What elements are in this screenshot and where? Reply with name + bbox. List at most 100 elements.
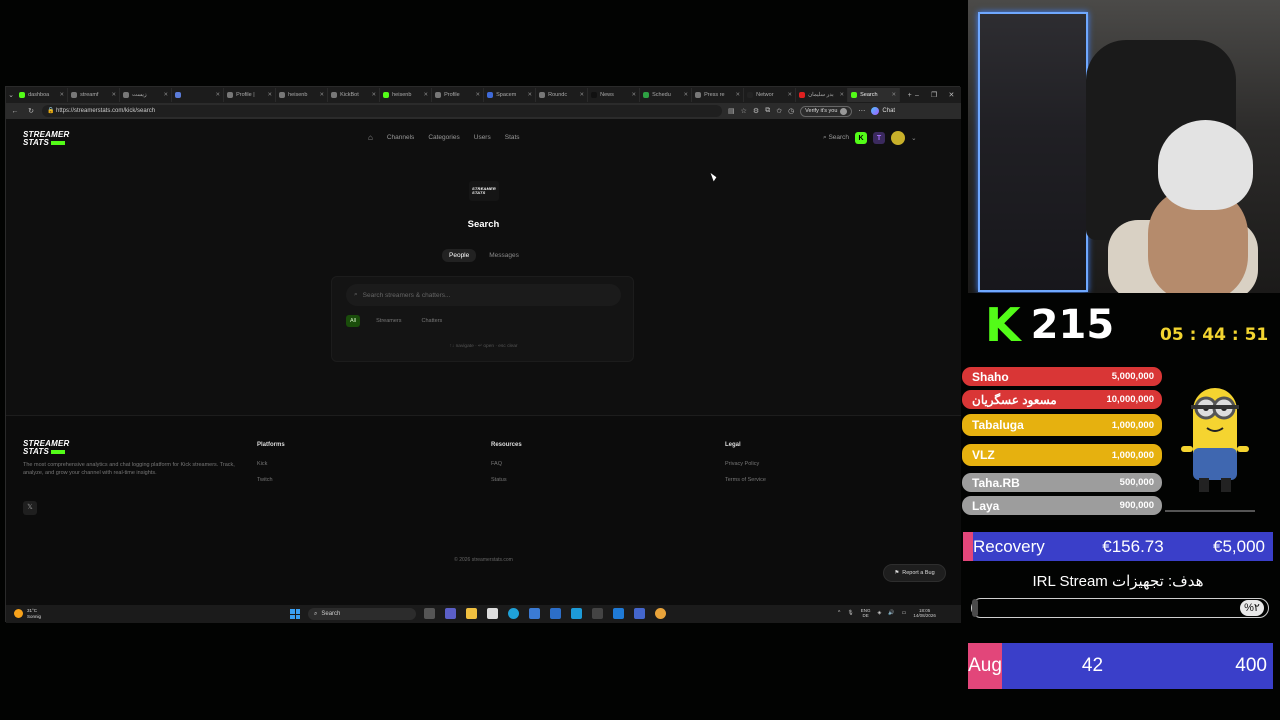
nav-stats[interactable]: Stats bbox=[505, 134, 520, 141]
browser-tab[interactable]: streamf ✕ bbox=[68, 88, 121, 102]
tab-close-icon[interactable]: ✕ bbox=[109, 92, 117, 98]
footer-link-faq[interactable]: FAQ bbox=[491, 461, 502, 467]
browser-tab[interactable]: Profile ✕ bbox=[432, 88, 485, 102]
start-button-icon[interactable] bbox=[290, 609, 300, 619]
copilot-chat-button[interactable]: Chat bbox=[871, 107, 895, 115]
browser-tab[interactable]: dashboa ✕ bbox=[16, 88, 69, 102]
tray-chevron-icon[interactable]: ^ bbox=[838, 610, 840, 616]
browser-tab[interactable]: زیست ✕ bbox=[120, 88, 173, 102]
nav-users[interactable]: Users bbox=[474, 134, 491, 141]
taskbar-search[interactable]: ⌕ Search bbox=[308, 608, 416, 620]
tab-list-icon[interactable]: ⌄ bbox=[6, 91, 16, 99]
language-indicator[interactable]: ENG DE bbox=[861, 608, 871, 618]
tab-close-icon[interactable]: ✕ bbox=[473, 92, 481, 98]
task-view-icon[interactable] bbox=[424, 608, 435, 619]
volume-icon[interactable]: 🔊 bbox=[888, 610, 894, 616]
profile-switch-icon[interactable]: ⧉ bbox=[765, 107, 770, 115]
tab-close-icon[interactable]: ✕ bbox=[369, 92, 377, 98]
footer-link-kick[interactable]: Kick bbox=[257, 461, 267, 467]
reload-icon[interactable]: ↻ bbox=[26, 107, 36, 115]
header-search-button[interactable]: ⌕ Search bbox=[823, 134, 849, 142]
tab-close-icon[interactable]: ✕ bbox=[681, 92, 689, 98]
tab-close-icon[interactable]: ✕ bbox=[265, 92, 273, 98]
tab-close-icon[interactable]: ✕ bbox=[317, 92, 325, 98]
clock[interactable]: 18:05 14/08/2026 bbox=[913, 608, 936, 618]
vscode-icon[interactable] bbox=[613, 608, 624, 619]
footer-link-status[interactable]: Status bbox=[491, 477, 507, 483]
maximize-icon[interactable]: ❐ bbox=[931, 91, 938, 99]
footer-link-privacy[interactable]: Privacy Policy bbox=[725, 461, 759, 467]
tab-close-icon[interactable]: ✕ bbox=[525, 92, 533, 98]
history-icon[interactable]: ◷ bbox=[788, 107, 794, 115]
kick-platform-icon[interactable]: K bbox=[855, 132, 868, 144]
tab-close-icon[interactable]: ✕ bbox=[785, 92, 793, 98]
tab-close-icon[interactable]: ✕ bbox=[889, 92, 897, 98]
app-icon-3[interactable] bbox=[571, 608, 582, 619]
tab-close-icon[interactable]: ✕ bbox=[213, 92, 221, 98]
browser-tab[interactable]: KickBot ✕ bbox=[328, 88, 381, 102]
tab-close-icon[interactable]: ✕ bbox=[421, 92, 429, 98]
app-icon-2[interactable] bbox=[550, 608, 561, 619]
browser-tab[interactable]: بدر سلیمان ✕ bbox=[796, 88, 849, 102]
battery-icon[interactable]: ▭ bbox=[902, 610, 907, 616]
favorites-icon[interactable]: ✩ bbox=[776, 107, 782, 115]
tab-close-icon[interactable]: ✕ bbox=[577, 92, 585, 98]
tab-close-icon[interactable]: ✕ bbox=[57, 92, 65, 98]
chevron-down-icon[interactable]: ⌄ bbox=[911, 134, 916, 142]
tab-close-icon[interactable]: ✕ bbox=[161, 92, 169, 98]
filter-chatters[interactable]: Chatters bbox=[418, 315, 447, 327]
x-social-icon[interactable]: 𝕏 bbox=[23, 501, 37, 515]
home-icon[interactable]: ⌂ bbox=[368, 133, 373, 142]
app-icon-1[interactable] bbox=[529, 608, 540, 619]
filter-all[interactable]: All bbox=[346, 315, 361, 327]
file-explorer-icon[interactable] bbox=[466, 608, 477, 619]
footer-logo[interactable]: STREAMER STATS bbox=[23, 440, 70, 456]
minimize-icon[interactable]: – bbox=[913, 92, 920, 99]
more-menu-icon[interactable]: ⋯ bbox=[858, 107, 865, 115]
browser-tab[interactable]: heisenb ✕ bbox=[380, 88, 433, 102]
new-tab-icon[interactable]: + bbox=[906, 92, 913, 99]
microphone-icon[interactable]: 🎙 bbox=[847, 610, 853, 616]
footer-link-twitch[interactable]: Twitch bbox=[257, 477, 273, 483]
user-avatar[interactable] bbox=[891, 131, 906, 145]
weather-widget[interactable]: 31°C Sonnig bbox=[14, 608, 41, 619]
favorite-star-icon[interactable]: ☆ bbox=[741, 107, 747, 115]
close-window-icon[interactable]: ✕ bbox=[948, 91, 955, 99]
twitch-platform-icon[interactable]: T bbox=[873, 132, 886, 144]
search-input[interactable]: ⌕ Search streamers & chatters... bbox=[346, 284, 621, 306]
browser-tab[interactable]: Spacem ✕ bbox=[484, 88, 537, 102]
filter-streamers[interactable]: Streamers bbox=[372, 315, 405, 327]
edge-icon[interactable] bbox=[508, 608, 519, 619]
nav-categories[interactable]: Categories bbox=[428, 134, 459, 141]
tab-close-icon[interactable]: ✕ bbox=[629, 92, 637, 98]
footer-link-terms[interactable]: Terms of Service bbox=[725, 477, 766, 483]
browser-tab[interactable]: Roundc ✕ bbox=[536, 88, 589, 102]
terminal-icon[interactable] bbox=[592, 608, 603, 619]
url-field[interactable]: 🔒 https://streamerstats.com/kick/search bbox=[42, 105, 722, 117]
tab-messages[interactable]: Messages bbox=[482, 249, 526, 262]
tab-people[interactable]: People bbox=[442, 249, 477, 262]
browser-tab[interactable]: Press re ✕ bbox=[692, 88, 745, 102]
tab-close-icon[interactable]: ✕ bbox=[733, 92, 741, 98]
site-logo[interactable]: STREAMER STATS bbox=[23, 131, 70, 147]
nav-channels[interactable]: Channels bbox=[387, 134, 414, 141]
app-icon-4[interactable] bbox=[634, 608, 645, 619]
reader-icon[interactable]: ▤ bbox=[728, 107, 735, 115]
verify-button[interactable]: Verify it's you bbox=[800, 105, 853, 117]
extensions-icon[interactable]: ⚙ bbox=[753, 107, 759, 115]
browser-tab[interactable]: ✕ bbox=[172, 88, 225, 102]
report-bug-button[interactable]: ⚑ Report a Bug bbox=[883, 564, 946, 582]
browser-tab[interactable]: Schedu ✕ bbox=[640, 88, 693, 102]
tab-favicon-icon bbox=[331, 92, 338, 98]
chrome-icon[interactable] bbox=[655, 608, 666, 619]
store-icon[interactable] bbox=[487, 608, 498, 619]
tab-close-icon[interactable]: ✕ bbox=[837, 92, 845, 98]
browser-tab[interactable]: News ✕ bbox=[588, 88, 641, 102]
browser-tab[interactable]: Search ✕ bbox=[848, 88, 901, 102]
browser-tab[interactable]: heisenb ✕ bbox=[276, 88, 329, 102]
teams-icon[interactable] bbox=[445, 608, 456, 619]
browser-tab[interactable]: Profile | ✕ bbox=[224, 88, 277, 102]
network-icon[interactable]: ◈ bbox=[877, 610, 881, 616]
browser-tab[interactable]: Networ ✕ bbox=[744, 88, 797, 102]
back-icon[interactable]: ← bbox=[10, 108, 20, 115]
